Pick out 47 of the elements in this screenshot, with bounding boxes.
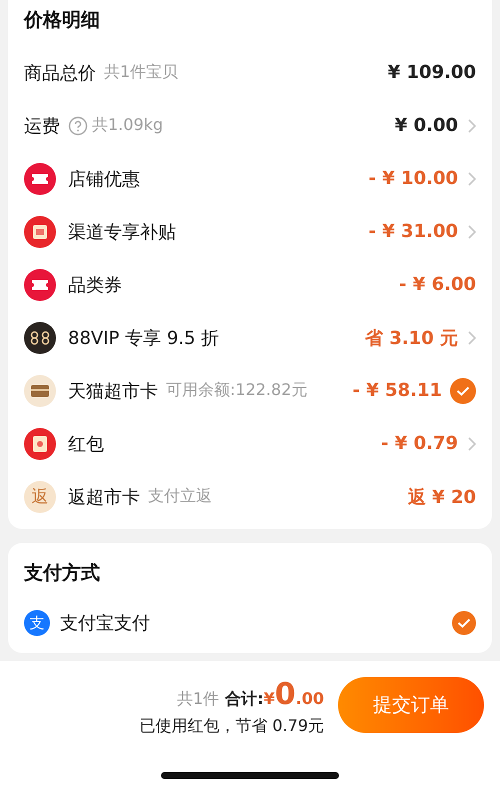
- coupon-icon: [24, 216, 56, 248]
- section-title: 价格明细: [24, 8, 101, 33]
- row-label: 红包: [68, 432, 104, 456]
- amount: - ¥ 10.00: [368, 168, 458, 189]
- section-title: 支付方式: [24, 561, 101, 586]
- row-note: 可用余额:122.82元: [166, 380, 308, 401]
- row-label: 返超市卡: [68, 486, 140, 508]
- chevron-icon: [468, 118, 476, 132]
- amount: ¥ 0.00: [394, 115, 458, 136]
- row-label: 品类券: [68, 274, 122, 296]
- row-label: 渠道专享补贴: [68, 220, 176, 244]
- check-icon[interactable]: [450, 378, 476, 404]
- amount: - ¥ 0.79: [381, 433, 458, 454]
- amount: 返 ¥ 20: [408, 486, 476, 508]
- currency-sign: ¥: [264, 689, 275, 708]
- vip-icon: [24, 322, 56, 354]
- amount: - ¥ 6.00: [399, 274, 476, 295]
- total-label: 合计:: [225, 689, 264, 710]
- row-label: 运费: [24, 114, 60, 138]
- total-amount: 0: [274, 677, 296, 712]
- row-label: 天猫超市卡: [68, 380, 158, 402]
- packet-icon: [24, 428, 56, 460]
- chevron-icon: [468, 172, 476, 186]
- amount: - ¥ 58.11: [352, 380, 442, 401]
- chevron-icon: [468, 224, 476, 238]
- card-icon: [24, 374, 56, 406]
- amount: ¥ 109.00: [388, 62, 476, 83]
- ticket-icon: [24, 162, 56, 194]
- payment-label[interactable]: 支付宝支付: [60, 611, 150, 635]
- total-decimals: .00: [296, 689, 324, 708]
- item-count: 共1件: [177, 689, 220, 710]
- check-icon[interactable]: [452, 611, 476, 635]
- row-label: 店铺优惠: [68, 168, 140, 190]
- row-note: 共1件宝贝: [104, 62, 178, 83]
- chevron-icon: [468, 330, 476, 344]
- help-icon[interactable]: [68, 116, 88, 136]
- savings-note: 已使用红包，节省 0.79元: [139, 716, 324, 737]
- chevron-icon: [468, 436, 476, 450]
- amount: 省 3.10 元: [365, 326, 458, 350]
- row-label: 88VIP 专享 9.5 折: [68, 326, 220, 350]
- row-note: 共1.09kg: [92, 115, 164, 136]
- row-note: 支付立返: [148, 486, 212, 507]
- amount: - ¥ 31.00: [368, 221, 458, 242]
- return-badge: 返: [24, 480, 56, 512]
- row-label: 商品总价: [24, 62, 96, 84]
- alipay-icon: 支: [24, 610, 50, 636]
- ticket-icon: [24, 268, 56, 300]
